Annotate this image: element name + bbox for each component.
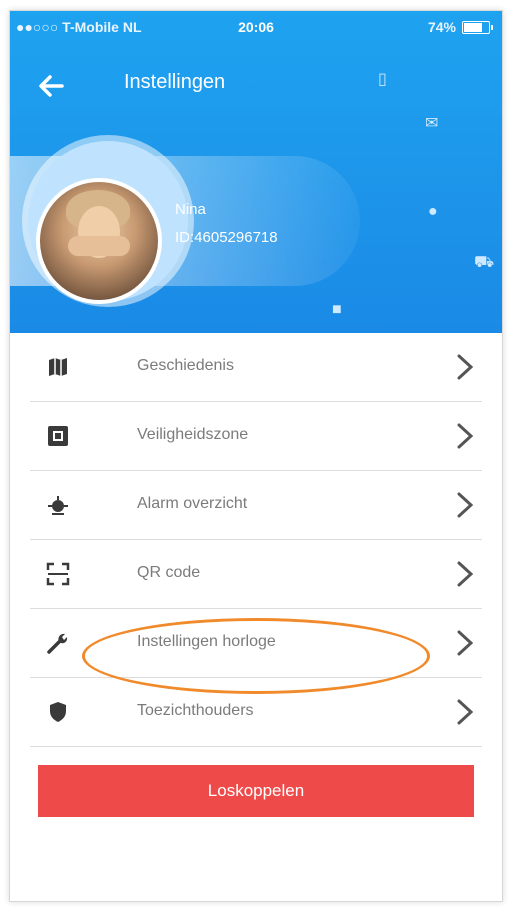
menu-item-label: QR code (137, 564, 201, 581)
location-deco-icon: ● (428, 203, 438, 220)
qr-code-icon (46, 562, 70, 586)
shield-icon (50, 702, 66, 722)
menu-item-label: Toezichthouders (137, 702, 254, 719)
battery-percent: 74% (427, 19, 456, 35)
chevron-right-icon (457, 354, 474, 380)
lock-deco-icon: ■ (332, 301, 342, 318)
profile-id: ID:4605296718 (175, 229, 278, 246)
clock: 20:06 (238, 19, 274, 35)
disconnect-button[interactable]: Loskoppelen (38, 765, 474, 817)
zone-icon (48, 426, 68, 446)
status-bar: ●●○○○ T-Mobile NL 20:06 74% (10, 11, 502, 41)
chevron-right-icon (457, 630, 474, 656)
menu-item-alarm-overzicht[interactable]: Alarm overzicht (30, 471, 482, 540)
chevron-right-icon (457, 699, 474, 725)
menu-item-label: Veiligheidszone (137, 426, 249, 443)
chevron-right-icon (457, 423, 474, 449)
menu-item-label: Geschiedenis (137, 357, 234, 374)
status-right: 74% (427, 19, 493, 35)
chevron-right-icon (457, 492, 474, 518)
back-button[interactable] (32, 65, 74, 107)
wrench-icon (47, 633, 68, 654)
carrier-label: ●●○○○ T-Mobile NL (16, 19, 142, 35)
cart-deco-icon: ⛟ (474, 254, 495, 271)
battery-icon (462, 20, 493, 34)
profile-name: Nina (175, 201, 206, 218)
arrow-left-icon (39, 75, 64, 97)
mail-deco-icon: ✉ (425, 115, 439, 132)
menu-item-geschiedenis[interactable]: Geschiedenis (30, 333, 482, 402)
highlight-ellipse (82, 618, 430, 694)
page-title: Instellingen (124, 71, 226, 93)
alarm-icon (48, 496, 68, 515)
map-icon (49, 358, 67, 376)
avatar[interactable] (36, 178, 162, 304)
menu-item-veiligheidszone[interactable]: Veiligheidszone (30, 402, 482, 471)
header: ●●○○○ T-Mobile NL 20:06 74% Instellingen… (10, 11, 502, 333)
menu-item-qr-code[interactable]: QR code (30, 540, 482, 609)
phone-screen: ●●○○○ T-Mobile NL 20:06 74% Instellingen… (9, 10, 503, 902)
watch-deco-icon: ▯ (378, 71, 387, 88)
chevron-right-icon (457, 561, 474, 587)
menu-item-label: Alarm overzicht (137, 495, 248, 512)
